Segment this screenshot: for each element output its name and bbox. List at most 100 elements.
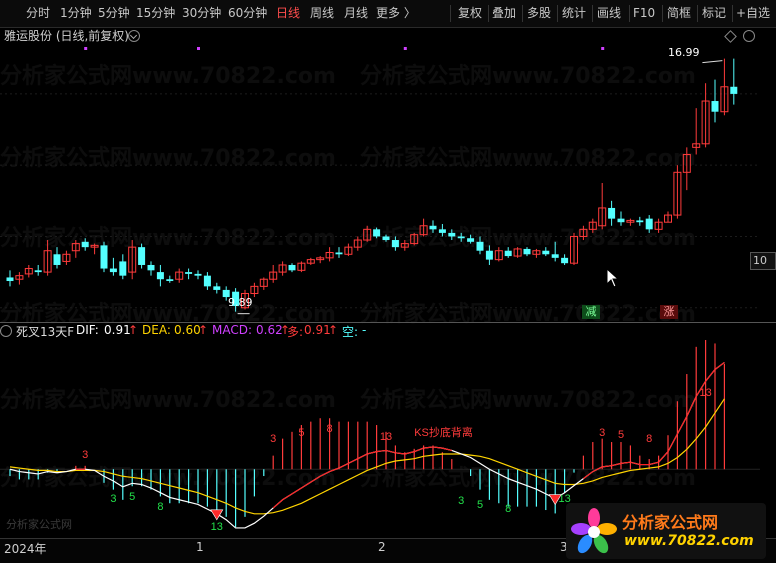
candle-body — [138, 247, 146, 265]
candle-body — [194, 273, 202, 276]
toolbar-divider — [629, 5, 630, 22]
candle-body — [523, 248, 531, 255]
indicator-header: 死叉13天F DIF: 0.91 ↑ DEA: 0.60 ↑ MACD: 0.6… — [0, 323, 776, 339]
candle-body — [711, 101, 719, 112]
toolbar-divider — [697, 5, 698, 22]
candle-body — [457, 236, 465, 239]
toolbar-divider — [522, 5, 523, 22]
candle-body — [53, 254, 61, 265]
low-price-label: 9.89 — [228, 296, 253, 309]
period-tab[interactable]: 周线 — [310, 0, 334, 27]
up-arrow-icon: ↑ — [198, 323, 209, 337]
count-label-red: 3 — [270, 433, 276, 445]
period-tab[interactable]: 1分钟 — [60, 0, 92, 27]
period-tab[interactable]: 月线 — [344, 0, 368, 27]
duo-value: 0.91 — [304, 323, 331, 337]
tool-button[interactable]: 简框 — [667, 0, 691, 27]
candle-body — [617, 218, 625, 223]
candle-body — [185, 272, 193, 274]
tool-button[interactable]: 标记 — [702, 0, 726, 27]
period-tab[interactable]: 15分钟 — [136, 0, 175, 27]
duo-label: 多: — [287, 325, 304, 339]
candle-body — [382, 236, 390, 241]
count-label-red: 13 — [380, 431, 392, 443]
tool-button[interactable]: 叠加 — [492, 0, 516, 27]
chevron-down-icon[interactable] — [128, 30, 140, 42]
period-tab[interactable]: 60分钟 — [228, 0, 267, 27]
candle-body — [551, 254, 559, 258]
count-label-green: 3 — [110, 493, 116, 505]
x-axis-label: 2024年 — [4, 542, 47, 556]
signal-dot — [197, 47, 200, 50]
toolbar-divider — [592, 5, 593, 22]
candle-body — [6, 277, 14, 282]
candle-body — [119, 261, 127, 276]
toolbar: 分时 1分钟 5分钟 15分钟 30分钟 60分钟 日线 周线 月线 更多 〉 … — [0, 0, 776, 28]
tool-button[interactable]: 画线 — [597, 0, 621, 27]
signal-dot — [403, 47, 407, 50]
count-label-red: 8 — [327, 423, 333, 435]
signal-dot — [84, 47, 88, 50]
candle-body — [373, 229, 381, 237]
indicator-name[interactable]: 死叉13天F — [16, 323, 74, 340]
tool-button[interactable]: 复权 — [458, 0, 482, 27]
macd-label: MACD: — [212, 323, 253, 337]
dea-value: 0.60 — [174, 323, 201, 337]
high-price-label: 16.99 — [668, 46, 700, 59]
toolbar-divider — [732, 5, 733, 22]
candle-body — [109, 268, 117, 273]
candle-body — [504, 250, 512, 257]
toolbar-divider — [557, 5, 558, 22]
candle-body — [542, 250, 550, 255]
candle-body — [730, 86, 738, 94]
divergence-annotation: KS抄底背离 — [414, 425, 473, 439]
candle-body — [335, 252, 343, 255]
candle-body — [448, 232, 456, 237]
dif-value: 0.91 — [104, 323, 131, 337]
count-label-red: 5 — [298, 427, 304, 439]
tool-button[interactable]: 统计 — [562, 0, 586, 27]
mouse-cursor-icon — [606, 268, 620, 288]
candle-body — [34, 270, 42, 273]
reduce-signal-badge: 减 — [582, 305, 600, 319]
site-logo: 分析家公式网 www.70822.com — [566, 503, 766, 559]
period-tab[interactable]: 5分钟 — [98, 0, 130, 27]
toolbar-divider — [662, 5, 663, 22]
candle-body — [100, 245, 108, 269]
count-label-red: 3 — [82, 449, 88, 461]
candle-body — [636, 220, 644, 223]
candle-body — [391, 240, 399, 248]
settings-circle-icon[interactable] — [743, 30, 755, 42]
toolbar-divider — [450, 5, 451, 22]
candle-body — [213, 286, 221, 290]
candle-body — [476, 241, 484, 251]
count-label-red: 13 — [699, 387, 711, 399]
tool-button[interactable]: F10 — [633, 0, 655, 27]
dea-label: DEA: — [142, 323, 171, 337]
high-arrow — [702, 60, 723, 64]
candle-body — [166, 279, 174, 282]
increase-signal-badge: 涨 — [660, 305, 678, 319]
candle-body — [288, 264, 296, 271]
candle-body — [645, 218, 653, 230]
count-label-green: 13 — [211, 521, 223, 533]
indicator-menu-icon[interactable] — [0, 325, 12, 337]
count-label-green: 8 — [505, 503, 511, 515]
count-label-green: 5 — [129, 491, 135, 503]
logo-url: www.70822.com — [624, 533, 754, 549]
candle-body — [608, 207, 616, 219]
macd-value: 0.62 — [256, 323, 283, 337]
period-tab-active[interactable]: 日线 — [276, 0, 300, 27]
count-label-red: 8 — [646, 433, 652, 445]
period-tab[interactable]: 分时 — [26, 0, 50, 27]
candlestick-chart[interactable] — [0, 44, 776, 322]
count-label-green: 5 — [477, 499, 483, 511]
tool-button[interactable]: 多股 — [527, 0, 551, 27]
add-watchlist-button[interactable]: +自选 — [736, 0, 770, 27]
period-more[interactable]: 更多 〉 — [376, 0, 416, 27]
period-tab[interactable]: 30分钟 — [182, 0, 221, 27]
stock-title: 雅运股份 (日线,前复权) — [4, 29, 129, 43]
kong-value: - — [362, 323, 367, 337]
candle-body — [467, 238, 475, 242]
count-label-red: 5 — [618, 429, 624, 441]
